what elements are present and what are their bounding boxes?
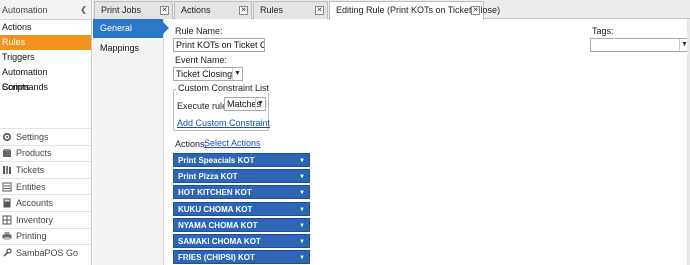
nav-item-triggers[interactable]: Triggers xyxy=(0,50,91,65)
entities-icon xyxy=(2,182,12,192)
tags-select[interactable]: ▼ xyxy=(590,38,690,52)
chevron-down-icon[interactable]: ▼ xyxy=(299,186,305,200)
module-label: Entities xyxy=(16,181,46,192)
subnav-mappings[interactable]: Mappings xyxy=(93,39,163,58)
action-label: Print Pizza KOT xyxy=(178,172,238,181)
module-sambapos-go[interactable]: SambaPOS Go xyxy=(0,244,91,261)
module-accounts[interactable]: Accounts xyxy=(0,194,91,211)
printer-icon xyxy=(2,231,12,241)
close-icon[interactable]: ✕ xyxy=(160,6,169,15)
nav-item-actions[interactable]: Actions xyxy=(0,20,91,35)
module-printing[interactable]: Printing xyxy=(0,227,91,245)
nav-item-automation-commands[interactable]: Automation Commands xyxy=(0,65,91,92)
module-label: Settings xyxy=(16,131,49,142)
module-tickets[interactable]: Tickets xyxy=(0,161,91,178)
chevron-down-icon[interactable]: ▼ xyxy=(299,235,305,249)
close-icon[interactable]: ✕ xyxy=(239,6,248,15)
actions-label: Actions: xyxy=(175,139,208,149)
nav-item-rules[interactable]: Rules xyxy=(0,35,91,50)
rule-editor-form: Rule Name: Print KOTs on Ticket Close Ev… xyxy=(164,19,690,265)
tab-label: Rules xyxy=(260,5,284,15)
module-label: Inventory xyxy=(16,214,54,225)
settings-sub-navigation: General Settings Mappings xyxy=(93,19,169,265)
tickets-icon xyxy=(2,165,12,175)
module-label: Accounts xyxy=(16,198,54,209)
close-icon[interactable]: ✕ xyxy=(315,6,324,15)
module-settings[interactable]: Settings xyxy=(0,128,91,145)
tab-rules[interactable]: Rules ✕ xyxy=(253,1,328,19)
chevron-left-icon[interactable]: ❮ xyxy=(80,5,87,14)
action-item[interactable]: Print Speacials KOT ▼ xyxy=(173,153,310,167)
subnav-general-settings[interactable]: General Settings xyxy=(93,19,169,52)
left-navigation: Automation ❮ Actions Rules Triggers Auto… xyxy=(0,0,92,265)
tab-label: Actions xyxy=(181,5,211,15)
action-item[interactable]: HOT KITCHEN KOT ▼ xyxy=(173,185,310,199)
module-label: Products xyxy=(16,148,52,159)
action-label: KUKU CHOMA KOT xyxy=(178,205,253,214)
custom-constraint-title: Custom Constraint List xyxy=(176,83,272,93)
chevron-down-icon[interactable]: ▼ xyxy=(299,251,305,265)
module-entities[interactable]: Entities xyxy=(0,177,91,195)
action-item[interactable]: NYAMA CHOMA KOT ▼ xyxy=(173,218,310,232)
document-tab-bar: Print Jobs ✕ Actions ✕ Rules ✕ Editing R… xyxy=(93,0,690,20)
module-label: Printing xyxy=(16,231,47,242)
chevron-down-icon[interactable]: ▼ xyxy=(299,154,305,168)
select-actions-link[interactable]: Select Actions xyxy=(204,138,261,148)
event-name-select[interactable]: Ticket Closing ▼ xyxy=(173,67,243,81)
nav-section-title: Automation xyxy=(2,4,48,15)
action-label: FRIES (CHIPSI) KOT xyxy=(178,253,255,262)
products-icon xyxy=(2,148,12,158)
chevron-down-icon[interactable]: ▼ xyxy=(255,98,265,110)
chevron-down-icon[interactable]: ▼ xyxy=(299,219,305,233)
tab-editing-rule[interactable]: Editing Rule (Print KOTs on Ticket Close… xyxy=(329,1,500,20)
action-item[interactable]: Print Pizza KOT ▼ xyxy=(173,169,310,183)
accounts-icon xyxy=(2,198,12,208)
action-item[interactable]: SAMAKI CHOMA KOT ▼ xyxy=(173,234,310,248)
action-label: Print Speacials KOT xyxy=(178,156,255,165)
module-label: Tickets xyxy=(16,164,45,175)
action-item[interactable]: FRIES (CHIPSI) KOT ▼ xyxy=(173,250,310,264)
inventory-icon xyxy=(2,215,12,225)
chevron-down-icon[interactable]: ▼ xyxy=(232,68,242,80)
module-inventory[interactable]: Inventory xyxy=(0,210,91,228)
gear-icon xyxy=(2,132,12,142)
event-name-value: Ticket Closing xyxy=(176,69,233,79)
chevron-down-icon[interactable]: ▼ xyxy=(299,170,305,184)
tab-print-jobs[interactable]: Print Jobs ✕ xyxy=(94,1,173,19)
module-products[interactable]: Products xyxy=(0,144,91,162)
tab-label: Print Jobs xyxy=(101,5,142,15)
wrench-icon xyxy=(2,248,12,258)
event-name-label: Event Name: xyxy=(175,55,228,65)
action-label: NYAMA CHOMA KOT xyxy=(178,221,258,230)
nav-section-header[interactable]: Automation ❮ xyxy=(0,0,91,20)
action-label: SAMAKI CHOMA KOT xyxy=(178,237,261,246)
tags-label: Tags: xyxy=(592,26,614,36)
action-item[interactable]: KUKU CHOMA KOT ▼ xyxy=(173,202,310,216)
rule-name-input[interactable]: Print KOTs on Ticket Close xyxy=(173,38,265,52)
add-custom-constraint-link[interactable]: Add Custom Constraint xyxy=(177,118,270,128)
close-icon[interactable]: ✕ xyxy=(471,6,480,15)
tab-actions[interactable]: Actions ✕ xyxy=(174,1,252,19)
module-label: SambaPOS Go xyxy=(16,247,79,258)
chevron-down-icon[interactable]: ▼ xyxy=(299,203,305,217)
module-list: Settings Products Tickets Entities Accou… xyxy=(0,128,91,261)
rule-name-label: Rule Name: xyxy=(175,26,223,36)
execute-rule-select[interactable]: Matches ▼ xyxy=(224,97,266,111)
action-label: HOT KITCHEN KOT xyxy=(178,188,252,197)
